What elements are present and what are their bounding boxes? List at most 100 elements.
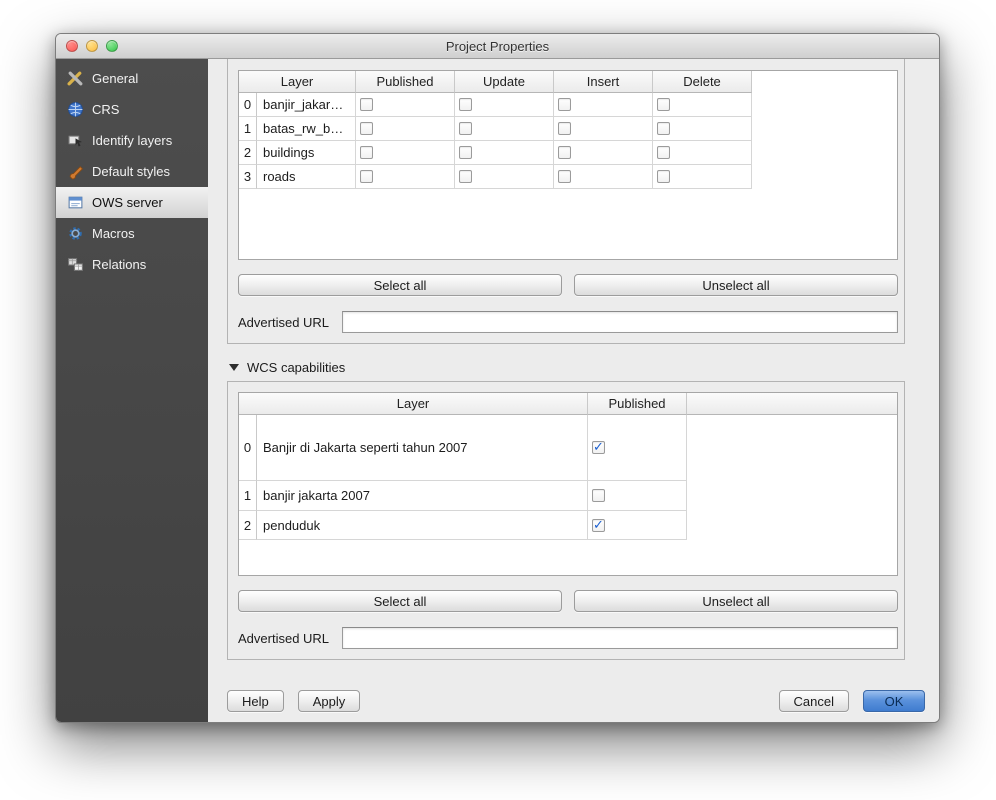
layer-name-cell: banjir_jakar… [257,93,356,117]
sidebar-item-general[interactable]: General [56,63,208,94]
insert-checkbox[interactable] [558,146,571,159]
delete-checkbox[interactable] [657,170,670,183]
wcs-select-all-button[interactable]: Select all [238,590,562,612]
sidebar-item-label: Identify layers [92,133,172,148]
delete-checkbox[interactable] [657,146,670,159]
paintbrush-icon [66,163,84,181]
update-checkbox[interactable] [459,98,472,111]
server-icon [66,194,84,212]
globe-icon [66,101,84,119]
table-row[interactable]: 1 batas_rw_b… [239,117,897,141]
close-window-button[interactable] [66,40,78,52]
published-checkbox[interactable] [592,519,605,532]
wcs-unselect-all-button[interactable]: Unselect all [574,590,898,612]
wfs-table-header: Layer Published Update Insert Delete [239,71,897,93]
update-checkbox[interactable] [459,146,472,159]
published-checkbox[interactable] [360,98,373,111]
relations-icon [66,256,84,274]
wfs-capabilities-group: Layer Published Update Insert Delete 0 b… [227,59,905,344]
layer-name-cell: Banjir di Jakarta seperti tahun 2007 [257,415,588,481]
project-properties-window: Project Properties General CRS [55,33,940,723]
table-row[interactable]: 1 banjir jakarta 2007 [239,481,897,511]
wcs-header-published: Published [588,393,687,415]
wcs-capabilities-group: Layer Published 0 Banjir di Jakarta sepe… [227,381,905,660]
published-checkbox[interactable] [360,170,373,183]
cancel-button[interactable]: Cancel [779,690,849,712]
table-row[interactable]: 3 roads [239,165,897,189]
wcs-header-layer: Layer [239,393,588,415]
help-button[interactable]: Help [227,690,284,712]
collapse-triangle-icon[interactable] [229,364,239,371]
minimize-window-button[interactable] [86,40,98,52]
wfs-header-update: Update [455,71,554,93]
row-number: 2 [239,511,257,540]
wfs-unselect-all-button[interactable]: Unselect all [574,274,898,296]
wcs-layers-table: Layer Published 0 Banjir di Jakarta sepe… [238,392,898,576]
delete-checkbox[interactable] [657,98,670,111]
wcs-section-title: WCS capabilities [247,360,345,375]
row-number: 0 [239,415,257,481]
row-number: 2 [239,141,257,165]
titlebar: Project Properties [56,34,939,59]
table-row[interactable]: 0 banjir_jakar… [239,93,897,117]
wfs-advertised-url-label: Advertised URL [238,315,342,330]
sidebar-item-default-styles[interactable]: Default styles [56,156,208,187]
table-row[interactable]: 2 buildings [239,141,897,165]
layer-name-cell: roads [257,165,356,189]
insert-checkbox[interactable] [558,122,571,135]
layer-name-cell: buildings [257,141,356,165]
row-number: 0 [239,93,257,117]
ok-button[interactable]: OK [863,690,925,712]
wfs-header-published: Published [356,71,455,93]
wfs-header-insert: Insert [554,71,653,93]
gear-icon [66,225,84,243]
published-checkbox[interactable] [360,122,373,135]
table-row[interactable]: 2 penduduk [239,511,897,540]
table-empty-area [239,540,897,575]
ows-server-page: Layer Published Update Insert Delete 0 b… [208,59,939,722]
header-filler [687,393,897,415]
insert-checkbox[interactable] [558,98,571,111]
sidebar-item-relations[interactable]: Relations [56,249,208,280]
sidebar-item-identify-layers[interactable]: Identify layers [56,125,208,156]
row-number: 1 [239,117,257,141]
sidebar-item-label: Default styles [92,164,170,179]
wfs-layers-table: Layer Published Update Insert Delete 0 b… [238,70,898,260]
wcs-section-header: WCS capabilities [229,360,925,375]
sidebar-item-label: OWS server [92,195,163,210]
identify-layers-icon [66,132,84,150]
wfs-header-delete: Delete [653,71,752,93]
row-number: 1 [239,481,257,511]
screen: Project Properties General CRS [0,0,996,800]
delete-checkbox[interactable] [657,122,670,135]
update-checkbox[interactable] [459,122,472,135]
layer-name-cell: penduduk [257,511,588,540]
update-checkbox[interactable] [459,170,472,183]
apply-button[interactable]: Apply [298,690,361,712]
sidebar-item-macros[interactable]: Macros [56,218,208,249]
sidebar-item-label: Macros [92,226,135,241]
tools-icon [66,70,84,88]
insert-checkbox[interactable] [558,170,571,183]
wcs-advertised-url-label: Advertised URL [238,631,342,646]
sidebar: General CRS Identify layers [56,59,208,722]
row-number: 3 [239,165,257,189]
layer-name-cell: batas_rw_b… [257,117,356,141]
dialog-footer: Help Apply Cancel OK [227,674,925,712]
wfs-select-all-button[interactable]: Select all [238,274,562,296]
sidebar-item-ows-server[interactable]: OWS server [56,187,208,218]
window-title: Project Properties [446,39,549,54]
published-checkbox[interactable] [360,146,373,159]
zoom-window-button[interactable] [106,40,118,52]
wcs-advertised-url-input[interactable] [342,627,898,649]
wfs-header-layer: Layer [239,71,356,93]
table-row[interactable]: 0 Banjir di Jakarta seperti tahun 2007 [239,415,897,481]
published-checkbox[interactable] [592,489,605,502]
sidebar-item-crs[interactable]: CRS [56,94,208,125]
wcs-table-header: Layer Published [239,393,897,415]
published-checkbox[interactable] [592,441,605,454]
sidebar-item-label: Relations [92,257,146,272]
wfs-advertised-url-input[interactable] [342,311,898,333]
sidebar-item-label: CRS [92,102,119,117]
table-empty-area [239,189,897,259]
